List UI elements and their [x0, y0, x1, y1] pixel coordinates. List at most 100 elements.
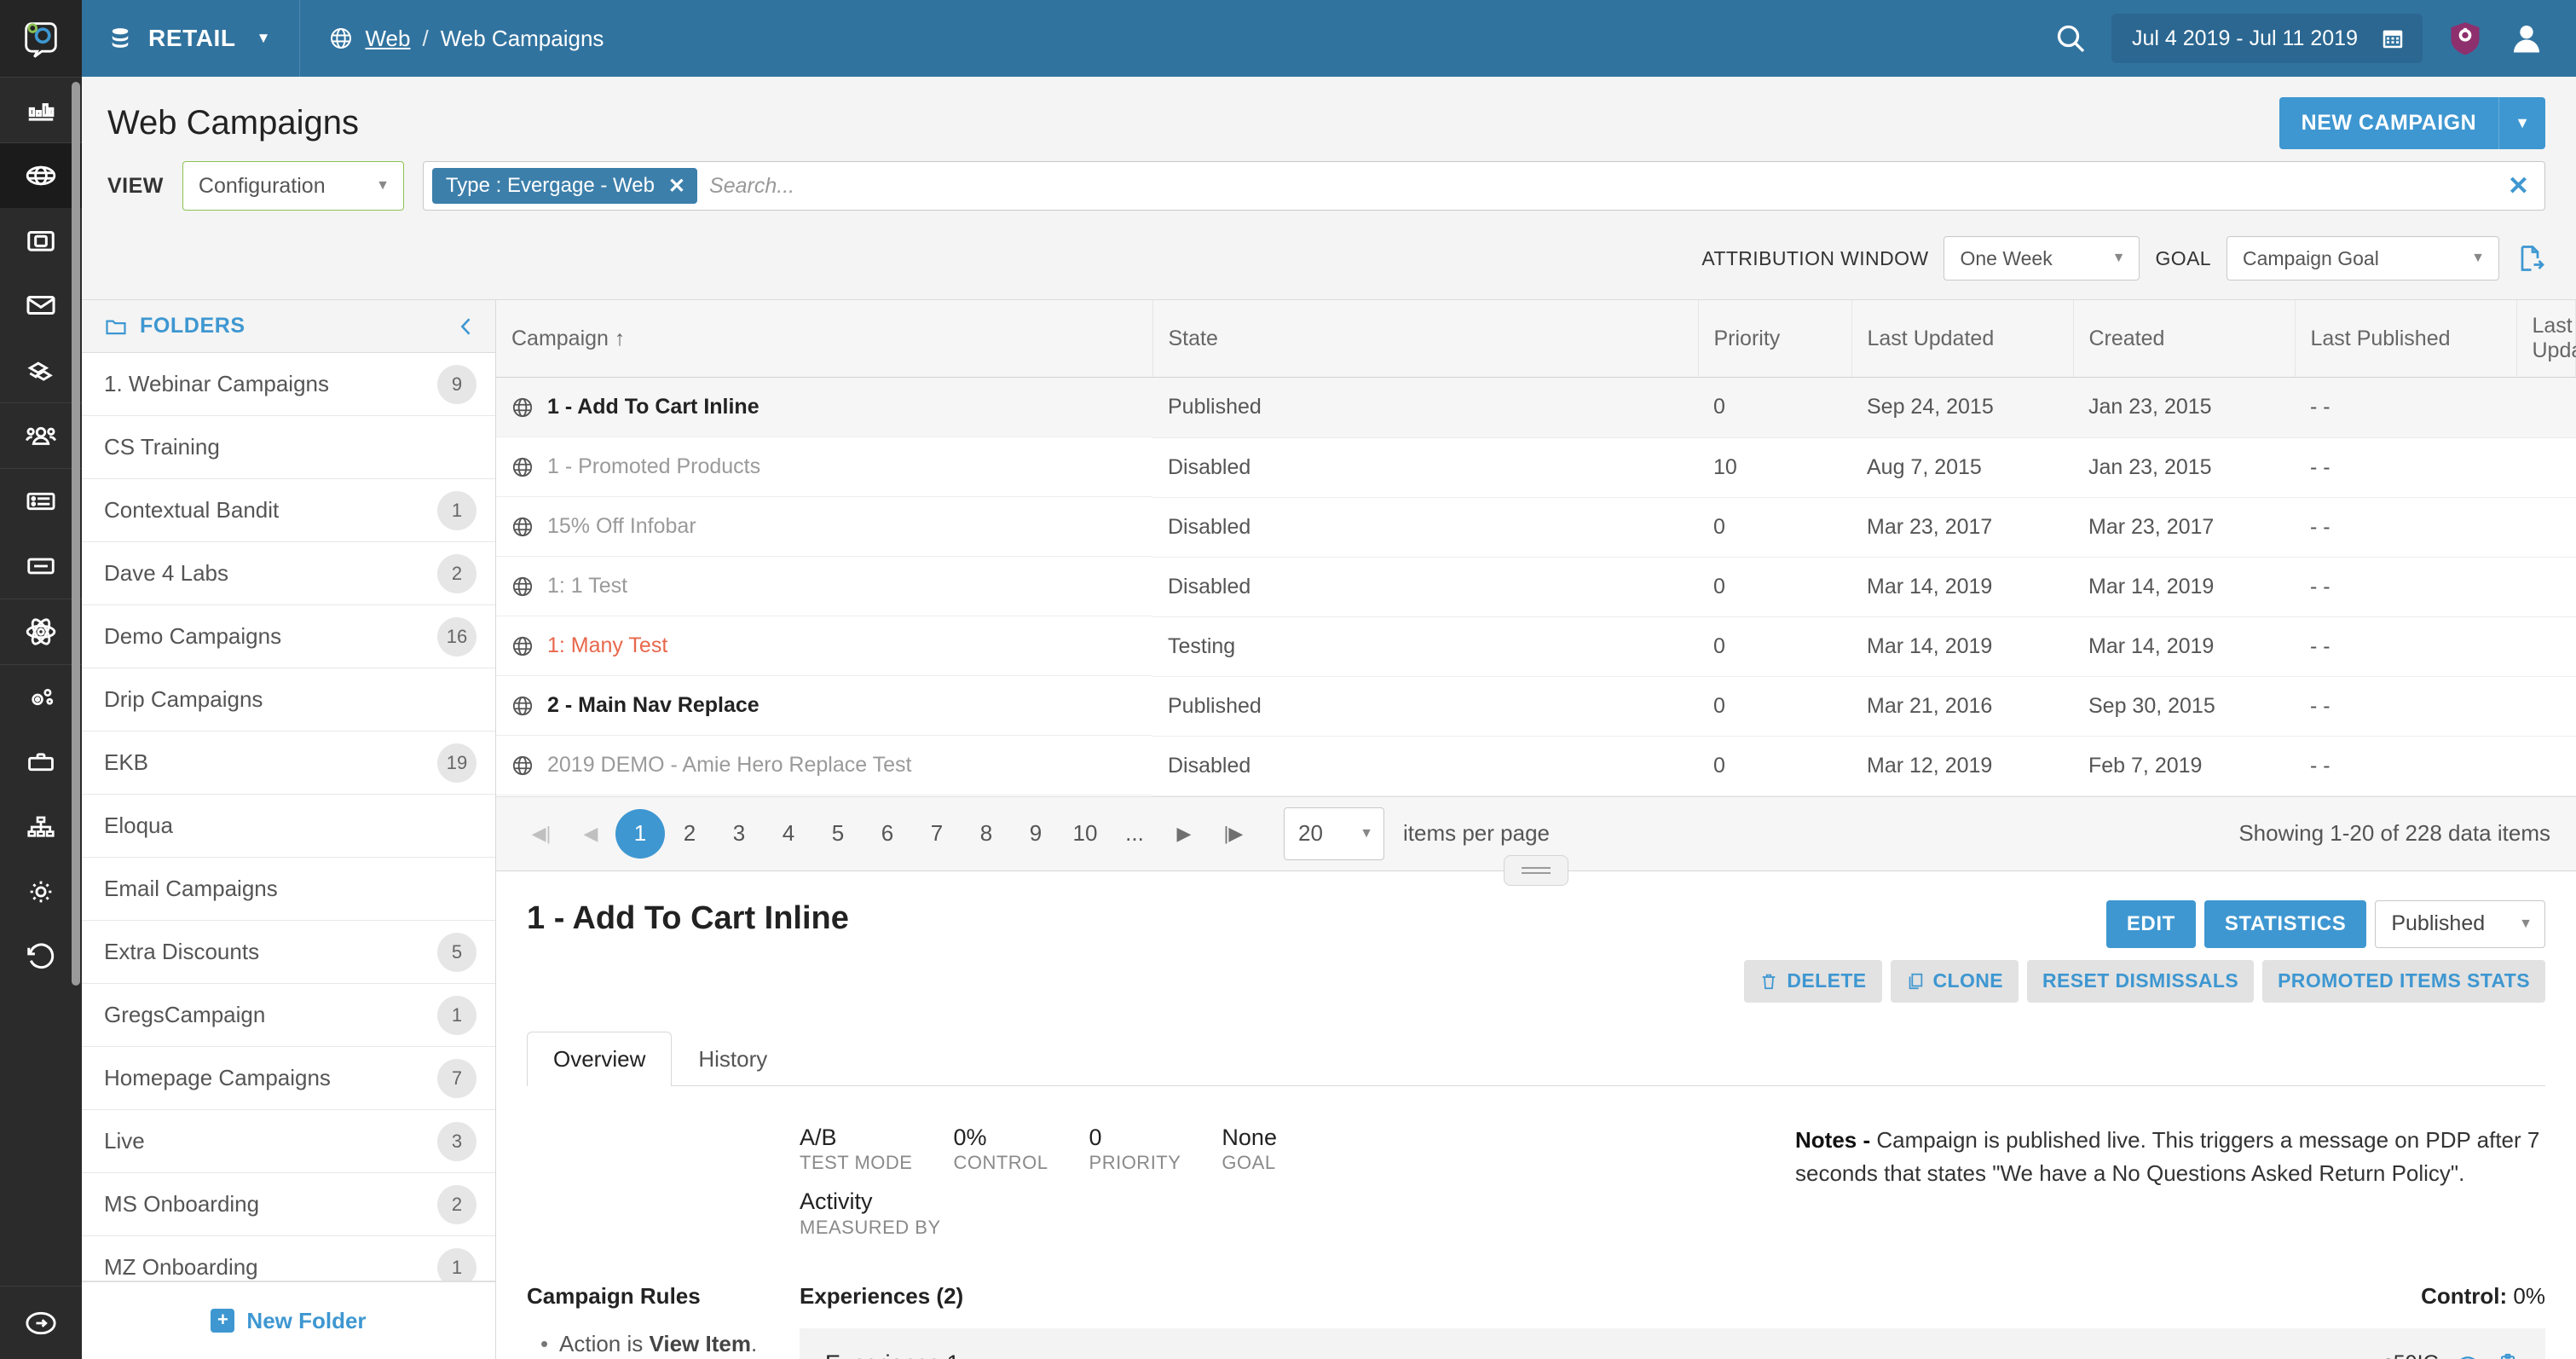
status-select[interactable]: Published ▼: [2375, 899, 2545, 948]
page-button-6[interactable]: 6: [863, 809, 912, 859]
page-button-3[interactable]: 3: [714, 809, 764, 859]
page-button-5[interactable]: 5: [813, 809, 863, 859]
tab-history[interactable]: History: [672, 1032, 794, 1086]
first-page-button[interactable]: ◀|: [517, 809, 566, 859]
page-button-2[interactable]: 2: [665, 809, 714, 859]
folder-item[interactable]: Homepage Campaigns 7: [82, 1047, 495, 1110]
sidebar-item-toolbox[interactable]: [0, 730, 82, 795]
folder-item[interactable]: MS Onboarding 2: [82, 1173, 495, 1236]
chevron-left-icon[interactable]: [454, 315, 478, 338]
last-page-button[interactable]: |▶: [1209, 809, 1258, 859]
table-row[interactable]: 15% Off Infobar Disabled 0 Mar 23, 2017 Mar …: [496, 497, 2576, 558]
items-per-page-select[interactable]: 20 ▼: [1284, 807, 1384, 860]
rail-scrollbar[interactable]: [72, 82, 80, 986]
close-icon[interactable]: ✕: [668, 174, 685, 199]
sidebar-item-server-side[interactable]: [0, 338, 82, 402]
export-file-icon[interactable]: [2515, 243, 2545, 274]
date-range-picker[interactable]: Jul 4 2019 - Jul 11 2019: [2111, 14, 2423, 63]
cell-state: Disabled: [1152, 497, 1698, 558]
page-button-1[interactable]: 1: [615, 808, 665, 859]
sidebar-item-sitemap[interactable]: [0, 795, 82, 859]
next-page-button[interactable]: ▶: [1159, 809, 1209, 859]
new-campaign-button[interactable]: NEW CAMPAIGN ▼: [2279, 97, 2545, 149]
sidebar-item-mobile[interactable]: [0, 208, 82, 273]
sidebar-item-audiences[interactable]: [0, 403, 82, 468]
eye-icon[interactable]: [2455, 1351, 2481, 1359]
filter-chip-type[interactable]: Type : Evergage - Web ✕: [431, 168, 698, 204]
sidebar-item-catalog[interactable]: [0, 469, 82, 534]
detail-tabs: Overview History: [527, 1031, 2545, 1086]
account-switcher[interactable]: RETAIL ▼: [82, 0, 301, 77]
goal-label: GOAL: [2155, 246, 2211, 269]
folder-item[interactable]: Extra Discounts 5: [82, 921, 495, 984]
page-button-10[interactable]: 10: [1060, 809, 1110, 859]
chevron-down-icon[interactable]: ▼: [2498, 97, 2545, 149]
folder-item[interactable]: CS Training: [82, 416, 495, 479]
view-select[interactable]: Configuration ▼: [182, 161, 404, 211]
table-row[interactable]: 2 - Main Nav Replace Published 0 Mar 21, 20…: [496, 676, 2576, 737]
table-row[interactable]: 1: Many Test Testing 0 Mar 14, 2019 Mar 14, …: [496, 616, 2576, 677]
breadcrumb-link-web[interactable]: Web: [365, 26, 410, 52]
stat-control: 0% CONTROL: [953, 1124, 1048, 1175]
new-folder-button[interactable]: + New Folder: [82, 1281, 495, 1359]
table-row[interactable]: 1: 1 Test Disabled 0 Mar 14, 2019 Mar 14, 20…: [496, 557, 2576, 617]
statistics-button[interactable]: STATISTICS: [2203, 899, 2367, 948]
sidebar-item-web[interactable]: [0, 143, 82, 208]
clone-button[interactable]: CLONE: [1890, 959, 2019, 1003]
shield-gear-icon[interactable]: [2446, 20, 2484, 57]
table-row[interactable]: 1 - Add To Cart Inline Published 0 Sep 24, …: [496, 377, 2576, 438]
folder-item[interactable]: Live 3: [82, 1110, 495, 1173]
user-avatar-icon[interactable]: [2508, 20, 2545, 57]
folder-item[interactable]: Contextual Bandit 1: [82, 479, 495, 542]
sidebar-item-history[interactable]: [0, 924, 82, 989]
attribution-window-select[interactable]: One Week ▼: [1944, 236, 2140, 280]
app-logo[interactable]: [0, 0, 82, 77]
page-button-9[interactable]: 9: [1011, 809, 1060, 859]
search-input[interactable]: [709, 173, 2496, 199]
sidebar-item-email[interactable]: [0, 273, 82, 338]
page-button-8[interactable]: 8: [962, 809, 1011, 859]
column-header-last_updated[interactable]: Last Updated: [1851, 300, 2074, 378]
reset-dismissals-button[interactable]: RESET DISMISSALS: [2027, 959, 2255, 1003]
folder-item[interactable]: MZ Onboarding 1: [82, 1236, 495, 1281]
folder-item[interactable]: Eloqua: [82, 795, 495, 858]
folder-item[interactable]: Drip Campaigns: [82, 668, 495, 732]
folder-item[interactable]: 1. Webinar Campaigns 9: [82, 353, 495, 416]
column-header-priority[interactable]: Priority: [1698, 300, 1852, 378]
column-header-last_update_by[interactable]: Last Update...: [2516, 300, 2576, 378]
tab-overview[interactable]: Overview: [527, 1031, 673, 1086]
page-button-4[interactable]: 4: [764, 809, 813, 859]
sidebar-item-content[interactable]: [0, 534, 82, 599]
experience-card[interactable]: Experience 1 c59IG: [800, 1328, 2545, 1359]
panel-resize-handle[interactable]: [1504, 854, 1568, 886]
folder-item[interactable]: Demo Campaigns 16: [82, 605, 495, 668]
promoted-items-stats-button[interactable]: PROMOTED ITEMS STATS: [2262, 959, 2545, 1003]
folder-item[interactable]: GregsCampaign 1: [82, 984, 495, 1047]
sidebar-item-settings[interactable]: [0, 859, 82, 924]
folder-item[interactable]: EKB 19: [82, 732, 495, 795]
table-header: Campaign ↑ State Priority Last Updated Creat…: [496, 300, 2576, 378]
folder-item[interactable]: Dave 4 Labs 2: [82, 542, 495, 605]
page-button-...[interactable]: ...: [1110, 809, 1159, 859]
column-header-last_published[interactable]: Last Published: [2295, 300, 2517, 378]
table-row[interactable]: 2019 DEMO - Amie Hero Replace Test Disabl…: [496, 736, 2576, 796]
folder-label: Drip Campaigns: [104, 686, 263, 712]
clipboard-icon[interactable]: [2496, 1352, 2520, 1359]
column-header-campaign[interactable]: Campaign ↑: [496, 300, 1153, 378]
sidebar-item-data-science[interactable]: [0, 599, 82, 664]
sidebar-item-integrations[interactable]: [0, 665, 82, 730]
column-header-created[interactable]: Created: [2073, 300, 2296, 378]
goal-select[interactable]: Campaign Goal ▼: [2227, 236, 2499, 280]
table-row[interactable]: 1 - Promoted Products Disabled 10 Aug 7, 20…: [496, 437, 2576, 498]
sidebar-item-analytics[interactable]: [0, 78, 82, 142]
edit-button[interactable]: EDIT: [2105, 899, 2196, 948]
column-header-state[interactable]: State: [1152, 300, 1699, 378]
delete-button[interactable]: DELETE: [1744, 959, 1882, 1003]
search-icon[interactable]: [2053, 21, 2088, 55]
account-name: RETAIL: [148, 25, 236, 51]
page-button-7[interactable]: 7: [912, 809, 962, 859]
folder-item[interactable]: Email Campaigns: [82, 858, 495, 921]
rail-expand-button[interactable]: [0, 1286, 82, 1359]
prev-page-button[interactable]: ◀: [566, 809, 615, 859]
clear-search-icon[interactable]: ✕: [2508, 171, 2533, 201]
